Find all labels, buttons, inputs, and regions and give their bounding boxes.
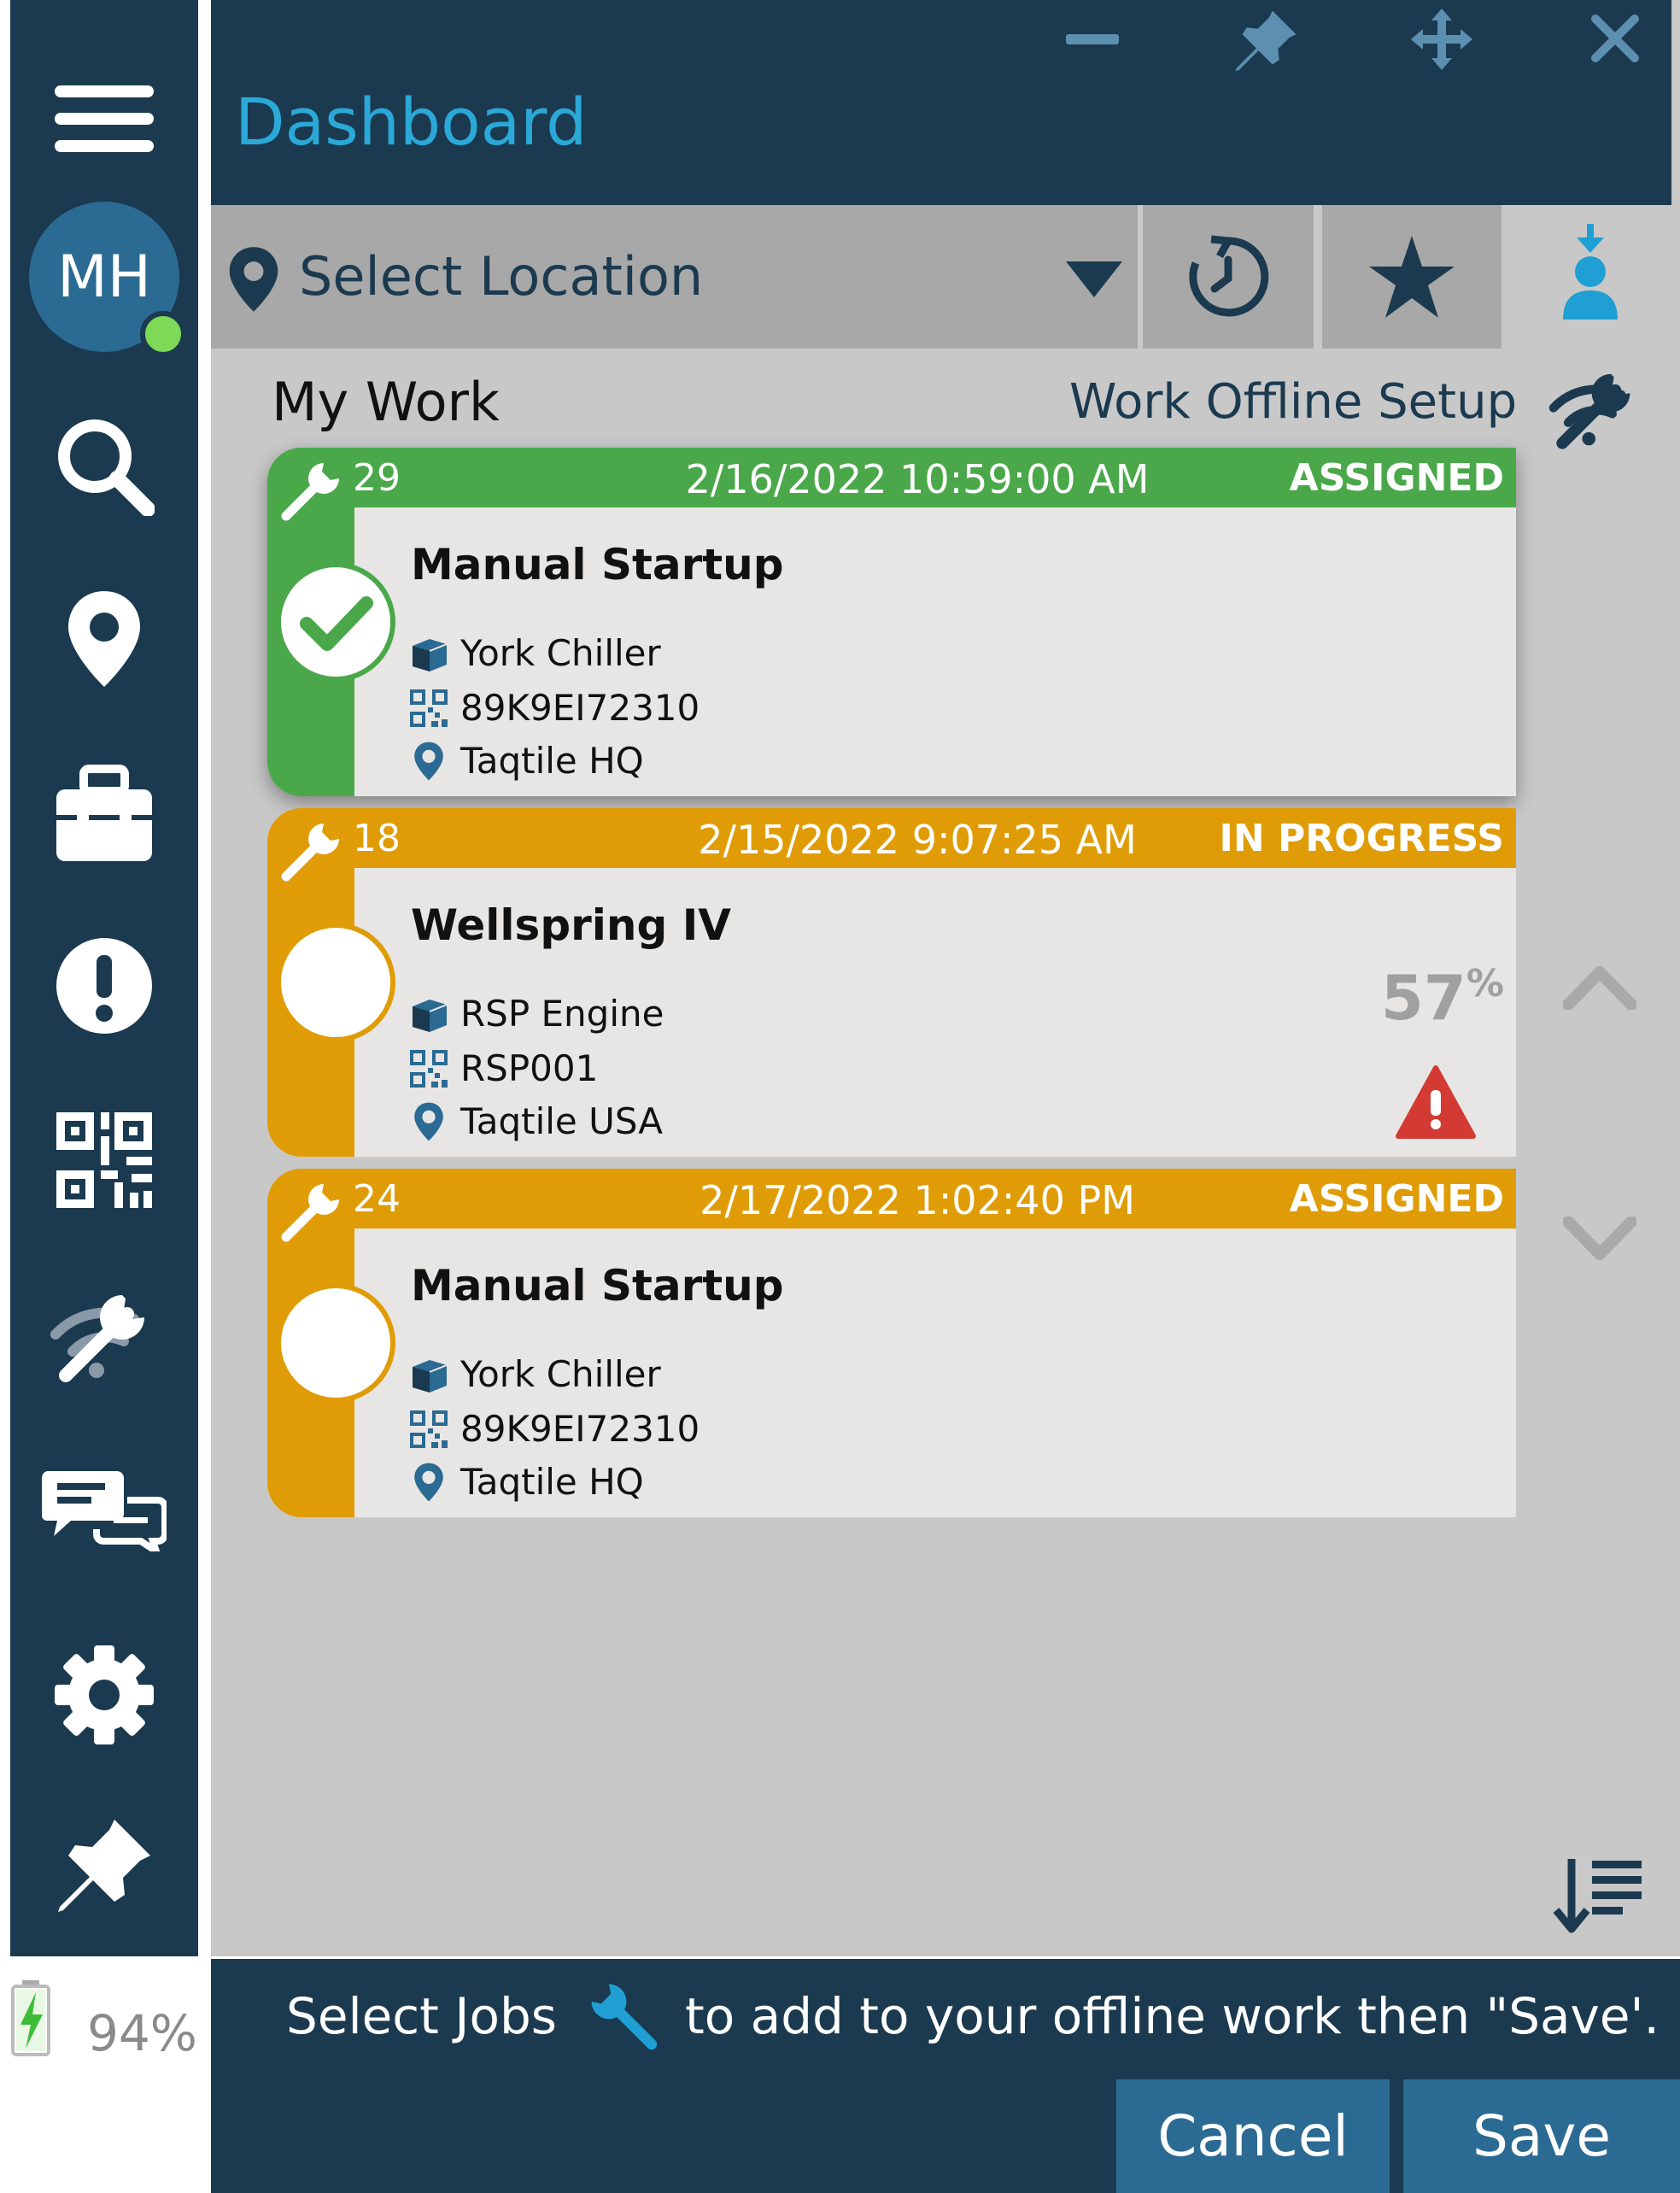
- asset-name: York Chiller: [460, 1353, 661, 1395]
- location-small-icon: [414, 1102, 443, 1140]
- scroll-down-icon[interactable]: [1563, 1217, 1636, 1263]
- settings-icon[interactable]: [10, 1645, 198, 1744]
- code-row: RSP001: [409, 1047, 598, 1089]
- battery-icon: [10, 1980, 51, 2057]
- favorite-star-icon: [1367, 234, 1456, 320]
- asset-code: RSP001: [460, 1047, 599, 1089]
- battery-percent: 94%: [87, 2004, 197, 2062]
- qr-code-icon[interactable]: [10, 1111, 198, 1210]
- hint-wrench-icon: [591, 1984, 658, 2050]
- progress-value: 57: [1380, 962, 1466, 1034]
- work-offline-setup-link[interactable]: Work Offline Setup: [1069, 374, 1517, 430]
- job-name: Manual Startup: [411, 1261, 784, 1311]
- offline-setup-icon[interactable]: [1548, 361, 1643, 449]
- asset-box-icon: [413, 999, 448, 1032]
- job-select-checkbox[interactable]: [276, 562, 395, 682]
- job-select-checkbox[interactable]: [276, 1283, 395, 1403]
- asset-row: York Chiller: [409, 632, 661, 674]
- pin-icon[interactable]: [10, 1816, 198, 1915]
- my-work-title: My Work: [272, 371, 500, 433]
- location-label: Select Location: [299, 245, 704, 308]
- work-card[interactable]: 18 2/15/2022 9:07:25 AM IN PROGRESS Well…: [267, 808, 1516, 1157]
- code-row: 89K9EI72310: [409, 687, 700, 729]
- online-status-indicator: [140, 311, 186, 357]
- history-icon: [1185, 234, 1271, 320]
- progress-percent: 57%: [1381, 962, 1504, 1034]
- asset-row: York Chiller: [409, 1353, 661, 1395]
- location-small-icon: [414, 742, 443, 780]
- avatar-initials: MH: [57, 243, 151, 311]
- progress-unit: %: [1466, 962, 1504, 1006]
- sidebar: MH: [10, 0, 198, 1956]
- qr-small-icon: [410, 1049, 448, 1088]
- chevron-down-icon[interactable]: [1066, 261, 1122, 297]
- hint-text-after: to add to your offline work then "Save'.: [685, 1987, 1660, 2045]
- qr-small-icon: [410, 1410, 448, 1448]
- chat-icon[interactable]: [10, 1466, 198, 1551]
- location-row: Taqtile USA: [409, 1100, 663, 1142]
- location-row: Taqtile HQ: [409, 1461, 644, 1503]
- pin-window-icon[interactable]: [1233, 9, 1298, 73]
- status-badge: ASSIGNED: [1289, 1177, 1504, 1221]
- assigned-user-icon[interactable]: [1560, 224, 1621, 321]
- move-icon[interactable]: [1411, 9, 1472, 70]
- asset-code: 89K9EI72310: [460, 1408, 700, 1450]
- job-name: Wellspring IV: [411, 900, 731, 950]
- favorites-button[interactable]: [1322, 205, 1501, 349]
- status-badge: IN PROGRESS: [1219, 817, 1504, 860]
- warning-icon[interactable]: [1395, 1064, 1477, 1140]
- alert-icon[interactable]: [10, 936, 198, 1035]
- search-icon[interactable]: [10, 415, 198, 516]
- asset-row: RSP Engine: [409, 993, 664, 1035]
- offline-wrench-icon[interactable]: [10, 1280, 198, 1382]
- job-name: Manual Startup: [411, 540, 784, 589]
- asset-code: 89K9EI72310: [460, 687, 700, 729]
- work-card[interactable]: 24 2/17/2022 1:02:40 PM ASSIGNED Manual …: [267, 1169, 1516, 1517]
- job-location: Taqtile HQ: [460, 1461, 644, 1503]
- code-row: 89K9EI72310: [409, 1408, 700, 1450]
- close-icon[interactable]: [1590, 14, 1640, 63]
- offline-hint: Select Jobs to add to your offline work …: [286, 1980, 1660, 2052]
- asset-box-icon: [413, 1359, 448, 1393]
- job-location: Taqtile HQ: [460, 740, 644, 782]
- job-select-checkbox[interactable]: [276, 923, 395, 1042]
- location-pin-icon: [227, 244, 280, 314]
- qr-small-icon: [410, 689, 448, 727]
- cancel-button[interactable]: Cancel: [1116, 2079, 1390, 2193]
- save-button[interactable]: Save: [1403, 2079, 1680, 2193]
- asset-name: RSP Engine: [460, 993, 664, 1035]
- toolbox-icon[interactable]: [10, 764, 198, 863]
- job-location: Taqtile USA: [460, 1100, 664, 1142]
- asset-name: York Chiller: [460, 632, 661, 674]
- work-card[interactable]: 29 2/16/2022 10:59:00 AM ASSIGNED Manual…: [267, 448, 1516, 796]
- checkmark-icon: [300, 596, 373, 651]
- history-button[interactable]: [1143, 205, 1314, 349]
- asset-box-icon: [413, 638, 448, 671]
- minimize-icon[interactable]: [1064, 19, 1121, 53]
- location-small-icon: [414, 1463, 443, 1501]
- avatar[interactable]: MH: [10, 202, 198, 357]
- sort-icon[interactable]: [1553, 1856, 1645, 1934]
- page-title: Dashboard: [235, 84, 588, 160]
- location-row: Taqtile HQ: [409, 740, 644, 782]
- scroll-up-icon[interactable]: [1563, 964, 1636, 1010]
- menu-icon[interactable]: [10, 85, 198, 152]
- location-icon[interactable]: [10, 588, 198, 690]
- hint-text-before: Select Jobs: [286, 1987, 557, 2045]
- status-badge: ASSIGNED: [1289, 456, 1504, 500]
